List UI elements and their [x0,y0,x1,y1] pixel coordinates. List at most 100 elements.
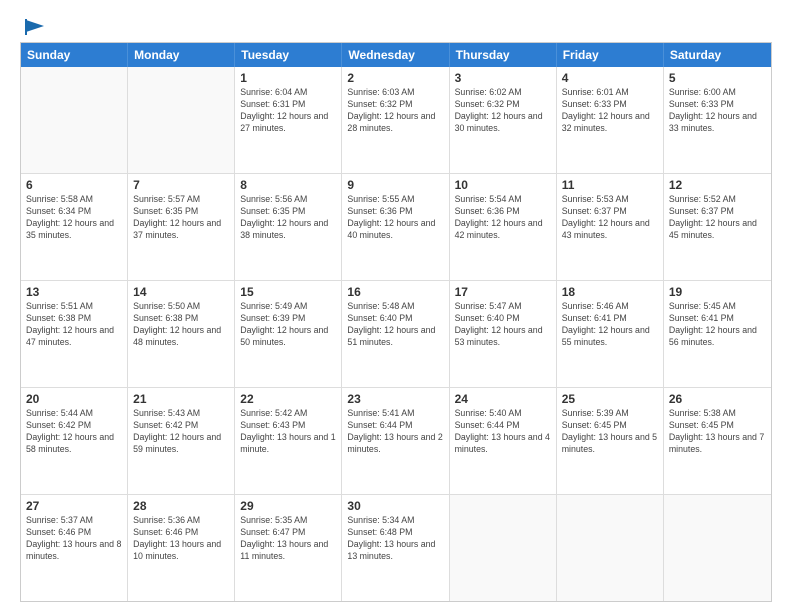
calendar-cell: 14 Sunrise: 5:50 AMSunset: 6:38 PMDayligh… [128,281,235,387]
calendar-cell: 8 Sunrise: 5:56 AMSunset: 6:35 PMDaylight… [235,174,342,280]
calendar-cell: 15Sunrise: 5:49 AMSunset: 6:39 PMDayligh… [235,281,342,387]
day-number: 17 [455,285,551,299]
header-day-tuesday: Tuesday [235,43,342,67]
calendar-cell: 16 Sunrise: 5:48 AMSunset: 6:40 PMDayligh… [342,281,449,387]
day-number: 13 [26,285,122,299]
day-number: 16 [347,285,443,299]
day-number: 4 [562,71,658,85]
calendar-cell: 20 Sunrise: 5:44 AMSunset: 6:42 PMDayligh… [21,388,128,494]
day-number: 23 [347,392,443,406]
day-number: 8 [240,178,336,192]
header-day-saturday: Saturday [664,43,771,67]
day-number: 11 [562,178,658,192]
calendar-cell: 6 Sunrise: 5:58 AMSunset: 6:34 PMDaylight… [21,174,128,280]
header-day-sunday: Sunday [21,43,128,67]
day-detail: Sunrise: 5:49 AMSunset: 6:39 PMDaylight:… [240,301,336,349]
day-number: 29 [240,499,336,513]
day-detail: Sunrise: 5:46 AMSunset: 6:41 PMDaylight:… [562,301,658,349]
day-detail: Sunrise: 6:01 AMSunset: 6:33 PMDaylight:… [562,87,658,135]
day-number: 12 [669,178,766,192]
day-detail: Sunrise: 5:39 AMSunset: 6:45 PMDaylight:… [562,408,658,456]
calendar-cell [664,495,771,601]
day-number: 25 [562,392,658,406]
calendar: SundayMondayTuesdayWednesdayThursdayFrid… [20,42,772,602]
calendar-cell [450,495,557,601]
day-detail: Sunrise: 5:47 AMSunset: 6:40 PMDaylight:… [455,301,551,349]
calendar-cell: 19 Sunrise: 5:45 AMSunset: 6:41 PMDayligh… [664,281,771,387]
calendar-row-2: 6 Sunrise: 5:58 AMSunset: 6:34 PMDaylight… [21,174,771,281]
calendar-cell: 21Sunrise: 5:43 AMSunset: 6:42 PMDayligh… [128,388,235,494]
calendar-cell: 3 Sunrise: 6:02 AMSunset: 6:32 PMDaylight… [450,67,557,173]
day-detail: Sunrise: 6:02 AMSunset: 6:32 PMDaylight:… [455,87,551,135]
calendar-cell: 30 Sunrise: 5:34 AMSunset: 6:48 PMDayligh… [342,495,449,601]
day-detail: Sunrise: 5:40 AMSunset: 6:44 PMDaylight:… [455,408,551,456]
calendar-cell: 9 Sunrise: 5:55 AMSunset: 6:36 PMDaylight… [342,174,449,280]
calendar-cell: 28 Sunrise: 5:36 AMSunset: 6:46 PMDayligh… [128,495,235,601]
day-number: 9 [347,178,443,192]
calendar-cell: 24 Sunrise: 5:40 AMSunset: 6:44 PMDayligh… [450,388,557,494]
header-day-friday: Friday [557,43,664,67]
calendar-cell [128,67,235,173]
calendar-cell: 12 Sunrise: 5:52 AMSunset: 6:37 PMDayligh… [664,174,771,280]
day-detail: Sunrise: 5:53 AMSunset: 6:37 PMDaylight:… [562,194,658,242]
header-day-thursday: Thursday [450,43,557,67]
day-detail: Sunrise: 5:57 AMSunset: 6:35 PMDaylight:… [133,194,229,242]
day-number: 19 [669,285,766,299]
day-number: 2 [347,71,443,85]
calendar-row-1: 1Sunrise: 6:04 AMSunset: 6:31 PMDaylight… [21,67,771,174]
calendar-cell: 11 Sunrise: 5:53 AMSunset: 6:37 PMDayligh… [557,174,664,280]
day-detail: Sunrise: 5:56 AMSunset: 6:35 PMDaylight:… [240,194,336,242]
calendar-body: 1Sunrise: 6:04 AMSunset: 6:31 PMDaylight… [21,67,771,601]
day-detail: Sunrise: 5:45 AMSunset: 6:41 PMDaylight:… [669,301,766,349]
day-detail: Sunrise: 5:54 AMSunset: 6:36 PMDaylight:… [455,194,551,242]
calendar-cell: 7 Sunrise: 5:57 AMSunset: 6:35 PMDaylight… [128,174,235,280]
day-number: 20 [26,392,122,406]
day-number: 1 [240,71,336,85]
calendar-cell: 22Sunrise: 5:42 AMSunset: 6:43 PMDayligh… [235,388,342,494]
day-detail: Sunrise: 6:03 AMSunset: 6:32 PMDaylight:… [347,87,443,135]
day-detail: Sunrise: 5:38 AMSunset: 6:45 PMDaylight:… [669,408,766,456]
day-detail: Sunrise: 5:34 AMSunset: 6:48 PMDaylight:… [347,515,443,563]
calendar-cell: 25 Sunrise: 5:39 AMSunset: 6:45 PMDayligh… [557,388,664,494]
day-number: 5 [669,71,766,85]
day-number: 24 [455,392,551,406]
calendar-cell: 1Sunrise: 6:04 AMSunset: 6:31 PMDaylight… [235,67,342,173]
header-day-monday: Monday [128,43,235,67]
day-number: 3 [455,71,551,85]
day-detail: Sunrise: 5:48 AMSunset: 6:40 PMDaylight:… [347,301,443,349]
day-detail: Sunrise: 6:00 AMSunset: 6:33 PMDaylight:… [669,87,766,135]
day-detail: Sunrise: 5:50 AMSunset: 6:38 PMDaylight:… [133,301,229,349]
day-detail: Sunrise: 5:37 AMSunset: 6:46 PMDaylight:… [26,515,122,563]
calendar-cell: 17 Sunrise: 5:47 AMSunset: 6:40 PMDayligh… [450,281,557,387]
day-detail: Sunrise: 5:55 AMSunset: 6:36 PMDaylight:… [347,194,443,242]
calendar-cell: 2 Sunrise: 6:03 AMSunset: 6:32 PMDaylight… [342,67,449,173]
page-header [20,18,772,32]
logo [20,18,46,32]
day-detail: Sunrise: 5:44 AMSunset: 6:42 PMDaylight:… [26,408,122,456]
day-detail: Sunrise: 5:41 AMSunset: 6:44 PMDaylight:… [347,408,443,456]
logo-flag-icon [24,18,46,36]
calendar-cell: 29 Sunrise: 5:35 AMSunset: 6:47 PMDayligh… [235,495,342,601]
day-number: 6 [26,178,122,192]
calendar-cell [557,495,664,601]
calendar-cell: 13 Sunrise: 5:51 AMSunset: 6:38 PMDayligh… [21,281,128,387]
day-detail: Sunrise: 5:35 AMSunset: 6:47 PMDaylight:… [240,515,336,563]
day-number: 28 [133,499,229,513]
calendar-row-5: 27Sunrise: 5:37 AMSunset: 6:46 PMDayligh… [21,495,771,601]
calendar-cell: 4 Sunrise: 6:01 AMSunset: 6:33 PMDaylight… [557,67,664,173]
calendar-cell: 5 Sunrise: 6:00 AMSunset: 6:33 PMDaylight… [664,67,771,173]
day-number: 7 [133,178,229,192]
day-number: 30 [347,499,443,513]
day-detail: Sunrise: 5:52 AMSunset: 6:37 PMDaylight:… [669,194,766,242]
day-number: 22 [240,392,336,406]
day-detail: Sunrise: 5:51 AMSunset: 6:38 PMDaylight:… [26,301,122,349]
day-detail: Sunrise: 5:58 AMSunset: 6:34 PMDaylight:… [26,194,122,242]
day-number: 14 [133,285,229,299]
calendar-cell: 23 Sunrise: 5:41 AMSunset: 6:44 PMDayligh… [342,388,449,494]
calendar-cell: 26 Sunrise: 5:38 AMSunset: 6:45 PMDayligh… [664,388,771,494]
day-number: 26 [669,392,766,406]
calendar-cell [21,67,128,173]
day-number: 10 [455,178,551,192]
calendar-cell: 18Sunrise: 5:46 AMSunset: 6:41 PMDayligh… [557,281,664,387]
day-detail: Sunrise: 5:36 AMSunset: 6:46 PMDaylight:… [133,515,229,563]
